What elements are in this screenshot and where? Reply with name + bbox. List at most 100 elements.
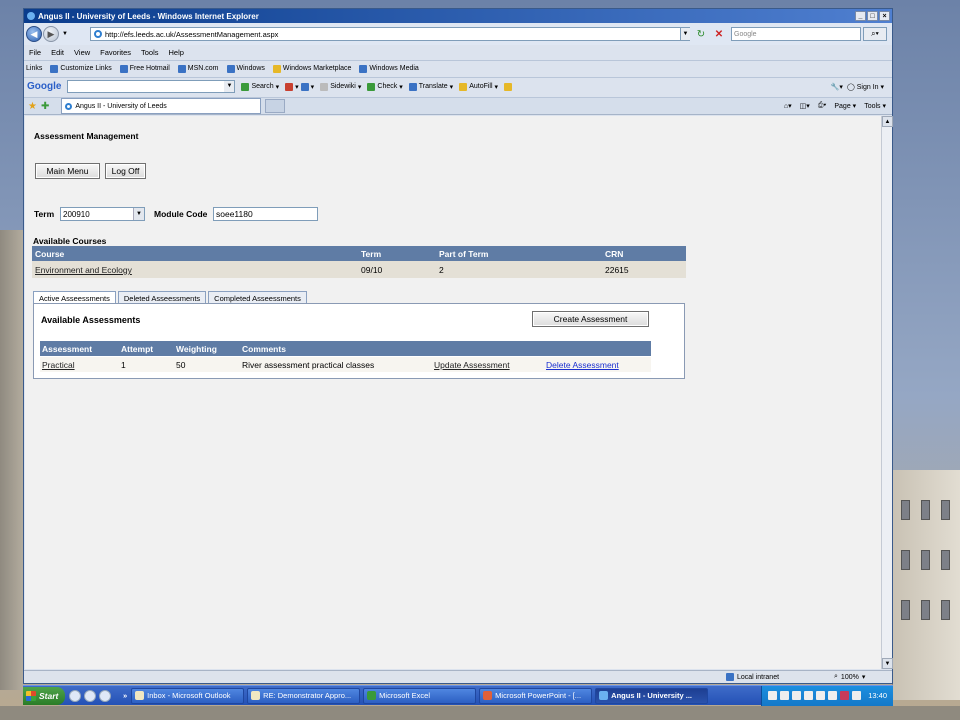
translate-button[interactable]: Translate ▾ bbox=[408, 82, 453, 91]
tray-icon[interactable] bbox=[804, 691, 814, 700]
taskbar-button-ie[interactable]: Angus II - University ... bbox=[595, 687, 709, 704]
module-code-input[interactable]: soee1180 bbox=[213, 207, 318, 221]
media-quicklaunch-icon[interactable] bbox=[99, 689, 111, 702]
refresh-icon[interactable]: ↻ bbox=[694, 27, 708, 41]
term-select[interactable]: 200910 ▼ bbox=[60, 207, 145, 221]
forward-button[interactable]: ▶ bbox=[43, 26, 59, 42]
vertical-scrollbar[interactable]: ▲ ▼ bbox=[881, 116, 893, 669]
link-windows[interactable]: Windows bbox=[226, 64, 265, 73]
log-off-button[interactable]: Log Off bbox=[105, 163, 146, 179]
sign-in-button[interactable]: ◯ Sign In ▾ bbox=[847, 83, 884, 91]
start-button[interactable]: Start bbox=[23, 686, 65, 705]
google-search-button[interactable]: Search ▾ bbox=[241, 82, 279, 91]
taskbar-button-outlook[interactable]: Inbox - Microsoft Outlook bbox=[131, 687, 245, 704]
recent-pages-dropdown[interactable]: ▼ bbox=[62, 31, 68, 37]
quicklaunch-chevron-icon[interactable]: » bbox=[123, 691, 127, 700]
course-part-of-term: 2 bbox=[439, 265, 444, 275]
google-search-input[interactable]: ▼ bbox=[67, 80, 236, 93]
minimize-button[interactable]: _ bbox=[855, 11, 866, 21]
address-url: http://efs.leeds.ac.uk/AssessmentManagem… bbox=[105, 29, 279, 39]
address-field[interactable]: http://efs.leeds.ac.uk/AssessmentManagem… bbox=[90, 27, 690, 41]
back-button[interactable]: ◀ bbox=[26, 26, 42, 42]
tray-icon[interactable] bbox=[816, 691, 826, 700]
taskbar-button-excel[interactable]: Microsoft Excel bbox=[363, 687, 477, 704]
menu-edit[interactable]: Edit bbox=[51, 48, 64, 57]
menu-file[interactable]: File bbox=[29, 48, 41, 57]
desktop-quicklaunch-icon[interactable] bbox=[84, 689, 96, 702]
ie-quicklaunch-icon[interactable] bbox=[69, 689, 81, 702]
favorites-star-icon[interactable]: ★ bbox=[28, 101, 37, 112]
status-bar: Local intranet ⌕ 100% ▾ bbox=[24, 670, 892, 683]
taskbar: Start » Inbox - Microsoft Outlook RE: De… bbox=[23, 685, 893, 706]
menu-favorites[interactable]: Favorites bbox=[100, 48, 131, 57]
scroll-down-icon[interactable]: ▼ bbox=[882, 658, 893, 669]
links-bar: Links Customize Links Free Hotmail MSN.c… bbox=[24, 60, 892, 76]
maximize-button[interactable]: □ bbox=[867, 11, 878, 21]
menu-bar: File Edit View Favorites Tools Help bbox=[24, 46, 892, 59]
chevron-down-icon[interactable]: ▼ bbox=[224, 81, 235, 92]
search-icon[interactable]: ⌕▾ bbox=[863, 27, 887, 41]
tray-icon[interactable] bbox=[852, 691, 862, 700]
autofill-button[interactable]: AutoFill ▾ bbox=[459, 82, 498, 91]
link-windows-marketplace[interactable]: Windows Marketplace bbox=[272, 64, 351, 73]
window-title: Angus II - University of Leeds - Windows… bbox=[38, 11, 259, 21]
tab-angus[interactable]: Angus II - University of Leeds bbox=[61, 98, 262, 114]
add-favorites-icon[interactable]: ✚ bbox=[41, 101, 49, 112]
tray-icon[interactable] bbox=[780, 691, 790, 700]
assessments-panel: Available Assessments Create Assessment … bbox=[33, 303, 685, 379]
autofill-icon bbox=[459, 82, 468, 91]
stop-icon[interactable]: ✕ bbox=[712, 27, 726, 41]
menu-help[interactable]: Help bbox=[169, 48, 184, 57]
assessment-attempt: 1 bbox=[121, 360, 126, 370]
zoom-control[interactable]: ⌕ 100% ▾ bbox=[834, 673, 865, 681]
toolbar-extras[interactable]: ▾ ▾ bbox=[285, 82, 314, 91]
check-button[interactable]: Check ▾ bbox=[367, 82, 403, 91]
link-icon bbox=[119, 64, 128, 73]
tools-menu[interactable]: Tools ▾ bbox=[864, 102, 886, 110]
link-icon bbox=[226, 64, 235, 73]
header-comments: Comments bbox=[242, 344, 286, 354]
course-crn: 22615 bbox=[605, 265, 629, 275]
sign-in-area: 🔧▾ ◯ Sign In ▾ bbox=[831, 83, 884, 91]
tray-icon[interactable] bbox=[840, 691, 850, 700]
new-tab-button[interactable] bbox=[265, 99, 286, 113]
header-part-of-term: Part of Term bbox=[439, 249, 489, 259]
wrench-icon[interactable]: 🔧▾ bbox=[831, 83, 843, 91]
feeds-icon[interactable]: ◫▾ bbox=[800, 102, 810, 110]
update-assessment-link[interactable]: Update Assessment bbox=[434, 360, 510, 370]
menu-tools[interactable]: Tools bbox=[141, 48, 159, 57]
course-term: 09/10 bbox=[361, 265, 383, 275]
pencil-icon[interactable] bbox=[504, 82, 513, 91]
link-icon bbox=[272, 64, 281, 73]
delete-assessment-link[interactable]: Delete Assessment bbox=[546, 360, 619, 370]
assessment-comments: River assessment practical classes bbox=[242, 360, 375, 370]
courses-table: Course Term Part of Term CRN Environment… bbox=[32, 246, 686, 279]
link-customize-links[interactable]: Customize Links bbox=[50, 64, 112, 73]
tray-icon[interactable] bbox=[792, 691, 802, 700]
address-dropdown-button[interactable]: ▼ bbox=[680, 28, 690, 40]
taskbar-button-powerpoint[interactable]: Microsoft PowerPoint - [... bbox=[479, 687, 593, 704]
link-msn[interactable]: MSN.com bbox=[177, 64, 219, 73]
page-menu[interactable]: Page ▾ bbox=[834, 102, 856, 110]
page-icon bbox=[65, 102, 73, 110]
taskbar-button-email[interactable]: RE: Demonstrator Appro... bbox=[247, 687, 361, 704]
link-windows-media[interactable]: Windows Media bbox=[359, 64, 419, 73]
chevron-down-icon[interactable]: ▼ bbox=[133, 208, 144, 220]
main-menu-button[interactable]: Main Menu bbox=[35, 163, 100, 179]
menu-view[interactable]: View bbox=[74, 48, 90, 57]
link-free-hotmail[interactable]: Free Hotmail bbox=[119, 64, 170, 73]
search-input[interactable]: Google bbox=[731, 27, 861, 41]
home-icon[interactable]: ⌂▾ bbox=[784, 102, 792, 110]
create-assessment-button[interactable]: Create Assessment bbox=[532, 311, 649, 327]
tray-icon[interactable] bbox=[828, 691, 838, 700]
close-button[interactable]: × bbox=[879, 11, 890, 21]
print-icon[interactable]: ⎙▾ bbox=[818, 102, 827, 110]
assessment-link[interactable]: Practical bbox=[42, 360, 75, 370]
header-term: Term bbox=[361, 249, 382, 259]
translate-icon bbox=[408, 82, 417, 91]
scroll-up-icon[interactable]: ▲ bbox=[882, 116, 893, 127]
course-link[interactable]: Environment and Ecology bbox=[35, 265, 132, 275]
link-icon bbox=[177, 64, 186, 73]
help-icon[interactable] bbox=[768, 691, 778, 700]
sidewiki-button[interactable]: Sidewiki ▾ bbox=[320, 82, 361, 91]
